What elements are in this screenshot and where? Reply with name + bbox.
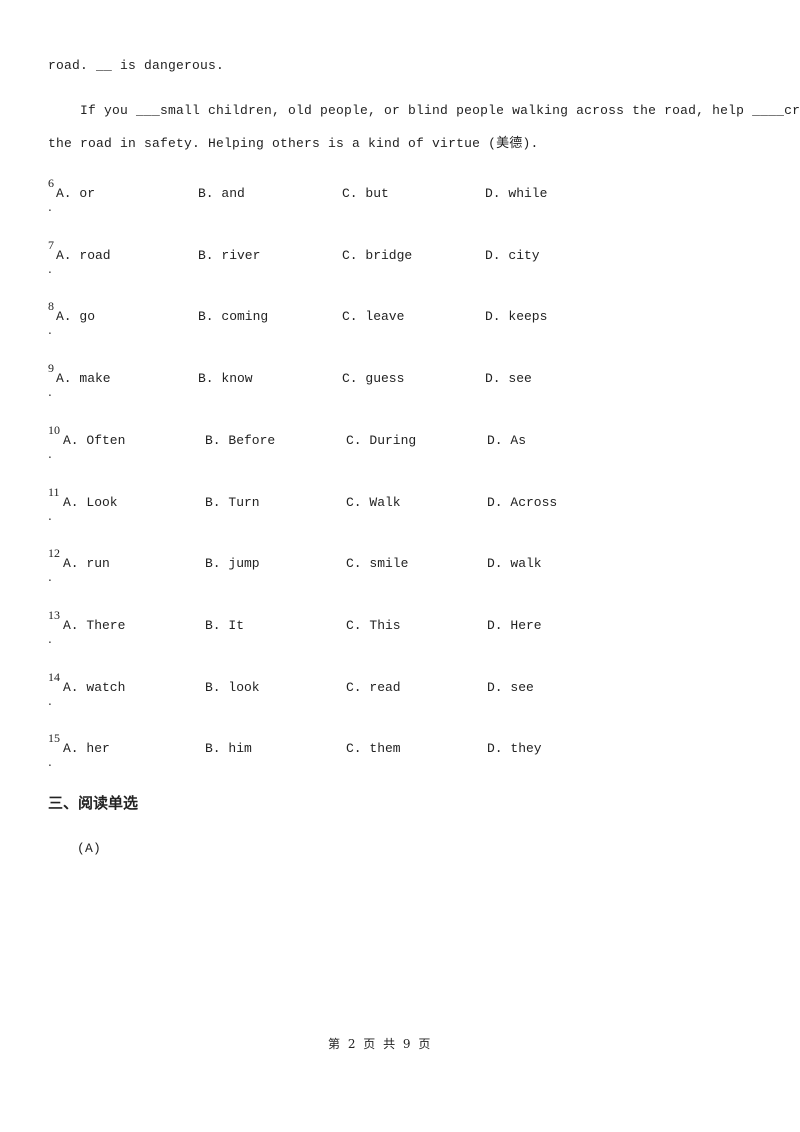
option-a[interactable]: A. or bbox=[56, 186, 95, 201]
question-dot: . bbox=[48, 385, 52, 399]
question-number: 12 bbox=[48, 546, 60, 560]
option-c[interactable]: C. leave bbox=[342, 309, 404, 324]
question-number: 15 bbox=[48, 731, 60, 745]
question-dot: . bbox=[48, 755, 52, 769]
option-c[interactable]: C. guess bbox=[342, 371, 404, 386]
question-dot: . bbox=[48, 570, 52, 584]
option-a[interactable]: A. go bbox=[56, 309, 95, 324]
question-number: 14 bbox=[48, 670, 60, 684]
passage-line-3: the road in safety. Helping others is a … bbox=[48, 136, 539, 151]
option-d[interactable]: D. walk bbox=[487, 556, 542, 571]
option-a[interactable]: A. run bbox=[63, 556, 110, 571]
option-a[interactable]: A. Look bbox=[63, 495, 118, 510]
option-d[interactable]: D. see bbox=[485, 371, 532, 386]
option-c[interactable]: C. them bbox=[346, 741, 401, 756]
option-d[interactable]: D. Here bbox=[487, 618, 542, 633]
option-a[interactable]: A. There bbox=[63, 618, 125, 633]
passage-label: (A) bbox=[77, 841, 102, 856]
option-b[interactable]: B. It bbox=[205, 618, 244, 633]
question-number: 6 bbox=[48, 176, 54, 190]
question-number: 7 bbox=[48, 238, 54, 252]
question-number: 9 bbox=[48, 361, 54, 375]
option-a[interactable]: A. road bbox=[56, 248, 111, 263]
option-d[interactable]: D. keeps bbox=[485, 309, 547, 324]
option-c[interactable]: C. bridge bbox=[342, 248, 412, 263]
question-dot: . bbox=[48, 509, 52, 523]
option-a[interactable]: A. watch bbox=[63, 680, 125, 695]
option-d[interactable]: D. they bbox=[487, 741, 542, 756]
option-d[interactable]: D. city bbox=[485, 248, 540, 263]
option-d[interactable]: D. see bbox=[487, 680, 534, 695]
option-a[interactable]: A. Often bbox=[63, 433, 125, 448]
section-heading: 三、阅读单选 bbox=[48, 794, 139, 812]
question-dot: . bbox=[48, 694, 52, 708]
question-number: 10 bbox=[48, 423, 60, 437]
question-dot: . bbox=[48, 262, 52, 276]
option-b[interactable]: B. know bbox=[198, 371, 253, 386]
page-number: 第 2 页 共 9 页 bbox=[328, 1037, 431, 1051]
passage-line-1: road. __ is dangerous. bbox=[48, 58, 225, 73]
option-c[interactable]: C. read bbox=[346, 680, 401, 695]
option-b[interactable]: B. and bbox=[198, 186, 245, 201]
option-b[interactable]: B. jump bbox=[205, 556, 260, 571]
option-d[interactable]: D. while bbox=[485, 186, 547, 201]
question-number: 13 bbox=[48, 608, 60, 622]
question-dot: . bbox=[48, 632, 52, 646]
option-c[interactable]: C. Walk bbox=[346, 495, 401, 510]
option-d[interactable]: D. As bbox=[487, 433, 526, 448]
question-dot: . bbox=[48, 447, 52, 461]
option-b[interactable]: B. Before bbox=[205, 433, 275, 448]
question-number: 8 bbox=[48, 299, 54, 313]
option-b[interactable]: B. Turn bbox=[205, 495, 260, 510]
question-number: 11 bbox=[48, 485, 60, 499]
option-c[interactable]: C. During bbox=[346, 433, 416, 448]
option-b[interactable]: B. him bbox=[205, 741, 252, 756]
option-a[interactable]: A. make bbox=[56, 371, 111, 386]
option-c[interactable]: C. but bbox=[342, 186, 389, 201]
option-b[interactable]: B. coming bbox=[198, 309, 268, 324]
option-c[interactable]: C. smile bbox=[346, 556, 408, 571]
option-c[interactable]: C. This bbox=[346, 618, 401, 633]
option-d[interactable]: D. Across bbox=[487, 495, 557, 510]
option-a[interactable]: A. her bbox=[63, 741, 110, 756]
question-dot: . bbox=[48, 323, 52, 337]
option-b[interactable]: B. river bbox=[198, 248, 260, 263]
passage-line-2: If you ___small children, old people, or… bbox=[48, 103, 800, 118]
option-b[interactable]: B. look bbox=[205, 680, 260, 695]
question-dot: . bbox=[48, 200, 52, 214]
